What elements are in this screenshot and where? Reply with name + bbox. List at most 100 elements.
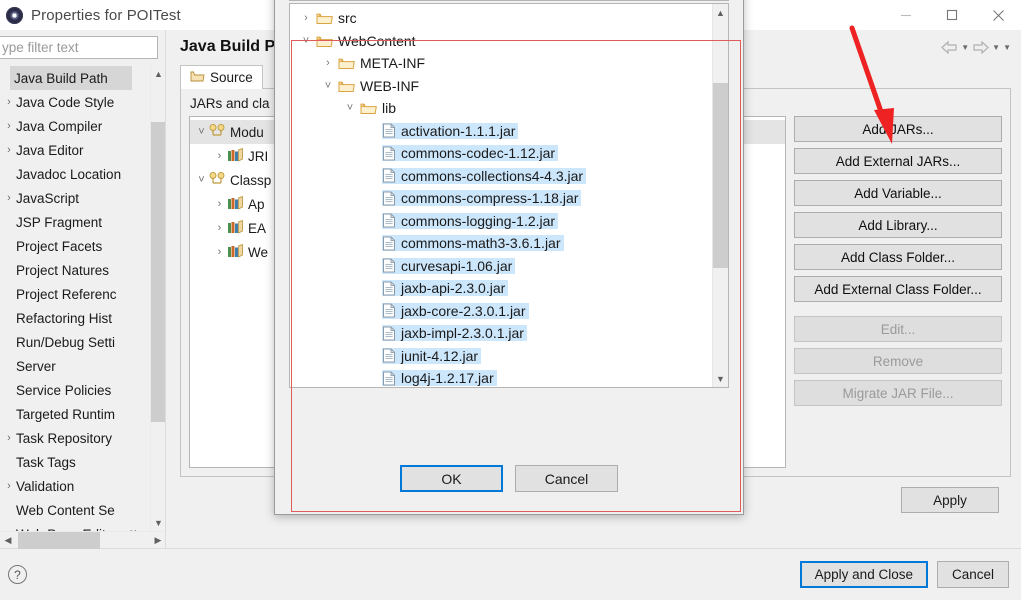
dialog-scroll-thumb[interactable] [712, 83, 728, 268]
sidebar-item-web-content-se[interactable]: Web Content Se [0, 498, 150, 522]
twisty-icon[interactable]: › [296, 12, 316, 24]
ok-button[interactable]: OK [400, 465, 503, 492]
dialog-tree-row[interactable]: ˅ WebContent [290, 30, 712, 53]
sidebar-item-java-code-style[interactable]: › Java Code Style [0, 90, 150, 114]
twisty-icon[interactable]: › [2, 144, 16, 156]
twisty-icon[interactable]: › [2, 480, 16, 492]
sidebar-item-java-editor[interactable]: › Java Editor [0, 138, 150, 162]
maximize-icon[interactable] [929, 0, 975, 30]
apply-button[interactable]: Apply [901, 487, 999, 513]
dialog-scroll-track[interactable] [712, 21, 728, 370]
dialog-tree-row[interactable]: activation-1.1.1.jar [290, 120, 712, 143]
twisty-icon[interactable]: › [212, 150, 227, 162]
twisty-icon[interactable]: › [2, 120, 16, 132]
dialog-tree-row[interactable]: log4j-1.2.17.jar [290, 367, 712, 387]
twisty-icon[interactable]: › [212, 246, 227, 258]
sidebar-item-javadoc-location[interactable]: Javadoc Location [0, 162, 150, 186]
selected-item[interactable]: activation-1.1.1.jar [382, 122, 519, 139]
help-icon[interactable]: ? [8, 565, 27, 584]
sidebar-item-javascript[interactable]: › JavaScript [0, 186, 150, 210]
twisty-icon[interactable]: ˅ [194, 174, 209, 186]
sidebar-filter-input[interactable]: ype filter text [0, 36, 158, 59]
sidebar-item-web-page-editor[interactable]: Web Page Editor˅ [0, 522, 150, 532]
dialog-tree-row[interactable]: › src [290, 7, 712, 30]
forward-arrow-icon[interactable] [972, 40, 990, 54]
minimize-icon[interactable] [883, 0, 929, 30]
sidebar-item-project-facets[interactable]: Project Facets [0, 234, 150, 258]
sidebar-item-project-referenc[interactable]: Project Referenc [0, 282, 150, 306]
forward-dropdown-icon[interactable]: ▼ [992, 43, 1000, 52]
twisty-icon[interactable]: › [2, 432, 16, 444]
dialog-tree-row[interactable]: curvesapi-1.06.jar [290, 255, 712, 278]
close-icon[interactable] [975, 0, 1021, 30]
dialog-tree-row[interactable]: ˅ lib [290, 97, 712, 120]
sidebar-hscroll-track[interactable] [16, 531, 150, 549]
twisty-icon[interactable]: › [212, 198, 227, 210]
twisty-icon[interactable]: › [2, 192, 16, 204]
sidebar-scrollbar[interactable]: ▲ ▼ [150, 65, 167, 531]
twisty-icon[interactable]: › [318, 57, 338, 69]
sidebar-item-java-compiler[interactable]: › Java Compiler [0, 114, 150, 138]
sidebar-hscrollbar[interactable]: ◀ ▶ [0, 531, 166, 549]
dialog-tree-row[interactable]: commons-logging-1.2.jar [290, 210, 712, 233]
twisty-icon[interactable]: › [212, 222, 227, 234]
selected-item[interactable]: curvesapi-1.06.jar [382, 257, 516, 274]
dialog-scrollbar[interactable]: ▲ ▼ [712, 4, 728, 387]
sidebar-item-jsp-fragment[interactable]: JSP Fragment [0, 210, 150, 234]
tree-item[interactable]: META-INF [338, 55, 425, 71]
selected-item[interactable]: commons-collections4-4.3.jar [382, 167, 587, 184]
selected-item[interactable]: junit-4.12.jar [382, 347, 482, 364]
dialog-tree-row[interactable]: commons-collections4-4.3.jar [290, 165, 712, 188]
tree-item[interactable]: WEB-INF [338, 78, 419, 94]
sidebar-item-validation[interactable]: › Validation [0, 474, 150, 498]
sidebar-hscroll-thumb[interactable] [18, 531, 100, 549]
sidebar-item-java-build-path[interactable]: Java Build Path^ [10, 66, 132, 90]
dialog-file-tree[interactable]: › src ˅ WebContent › META-INF ˅ WEB-INF ˅ lib acti… [289, 3, 729, 388]
dialog-filter-input[interactable]: ype filter text [289, 0, 729, 1]
dialog-tree-row[interactable]: jaxb-api-2.3.0.jar [290, 277, 712, 300]
sidebar-item-run-debug-setti[interactable]: Run/Debug Setti [0, 330, 150, 354]
add-jars-button[interactable]: Add JARs... [794, 116, 1002, 142]
dialog-tree-row[interactable]: commons-math3-3.6.1.jar [290, 232, 712, 255]
sidebar-tree[interactable]: Java Build Path^›Java Code Style›Java Co… [0, 65, 150, 531]
sidebar-item-service-policies[interactable]: Service Policies [0, 378, 150, 402]
selected-item[interactable]: commons-compress-1.18.jar [382, 190, 582, 207]
twisty-icon[interactable]: ˅ [194, 126, 209, 138]
sidebar-item-refactoring-hist[interactable]: Refactoring Hist [0, 306, 150, 330]
dialog-tree-row[interactable]: jaxb-impl-2.3.0.1.jar [290, 322, 712, 345]
add-variable-button[interactable]: Add Variable... [794, 180, 1002, 206]
cancel-button[interactable]: Cancel [936, 561, 1009, 588]
twisty-icon[interactable]: ˅ [318, 80, 338, 92]
selected-item[interactable]: log4j-1.2.17.jar [382, 370, 497, 387]
selected-item[interactable]: commons-logging-1.2.jar [382, 212, 559, 229]
dialog-tree-row[interactable]: commons-codec-1.12.jar [290, 142, 712, 165]
add-external-jars-button[interactable]: Add External JARs... [794, 148, 1002, 174]
back-arrow-icon[interactable] [941, 40, 958, 54]
selected-item[interactable]: commons-codec-1.12.jar [382, 145, 559, 162]
twisty-icon[interactable]: ˅ [340, 102, 360, 114]
selected-item[interactable]: jaxb-core-2.3.0.1.jar [382, 302, 529, 319]
twisty-icon[interactable]: › [2, 96, 16, 108]
dialog-scroll-down-icon[interactable]: ▼ [713, 370, 729, 387]
dialog-tree-row[interactable]: ˅ WEB-INF [290, 75, 712, 98]
scroll-right-icon[interactable]: ▶ [150, 535, 166, 546]
add-external-class-folder-button[interactable]: Add External Class Folder... [794, 276, 1002, 302]
add-class-folder-button[interactable]: Add Class Folder... [794, 244, 1002, 270]
dialog-tree-row[interactable]: commons-compress-1.18.jar [290, 187, 712, 210]
more-dropdown-icon[interactable]: ▼ [1003, 43, 1011, 52]
dialog-cancel-button[interactable]: Cancel [515, 465, 618, 492]
twisty-icon[interactable]: ˅ [296, 35, 316, 47]
tree-item[interactable]: WebContent [316, 33, 416, 49]
tab-source[interactable]: Source [180, 65, 263, 89]
sidebar-item-task-repository[interactable]: › Task Repository [0, 426, 150, 450]
selected-item[interactable]: jaxb-impl-2.3.0.1.jar [382, 325, 527, 342]
selected-item[interactable]: jaxb-api-2.3.0.jar [382, 280, 509, 297]
tree-item[interactable]: src [316, 10, 357, 26]
sidebar-item-task-tags[interactable]: Task Tags [0, 450, 150, 474]
add-library-button[interactable]: Add Library... [794, 212, 1002, 238]
sidebar-item-targeted-runtim[interactable]: Targeted Runtim [0, 402, 150, 426]
dialog-tree-row[interactable]: › META-INF [290, 52, 712, 75]
apply-and-close-button[interactable]: Apply and Close [799, 561, 928, 588]
selected-item[interactable]: commons-math3-3.6.1.jar [382, 235, 564, 252]
dialog-tree-row[interactable]: jaxb-core-2.3.0.1.jar [290, 300, 712, 323]
